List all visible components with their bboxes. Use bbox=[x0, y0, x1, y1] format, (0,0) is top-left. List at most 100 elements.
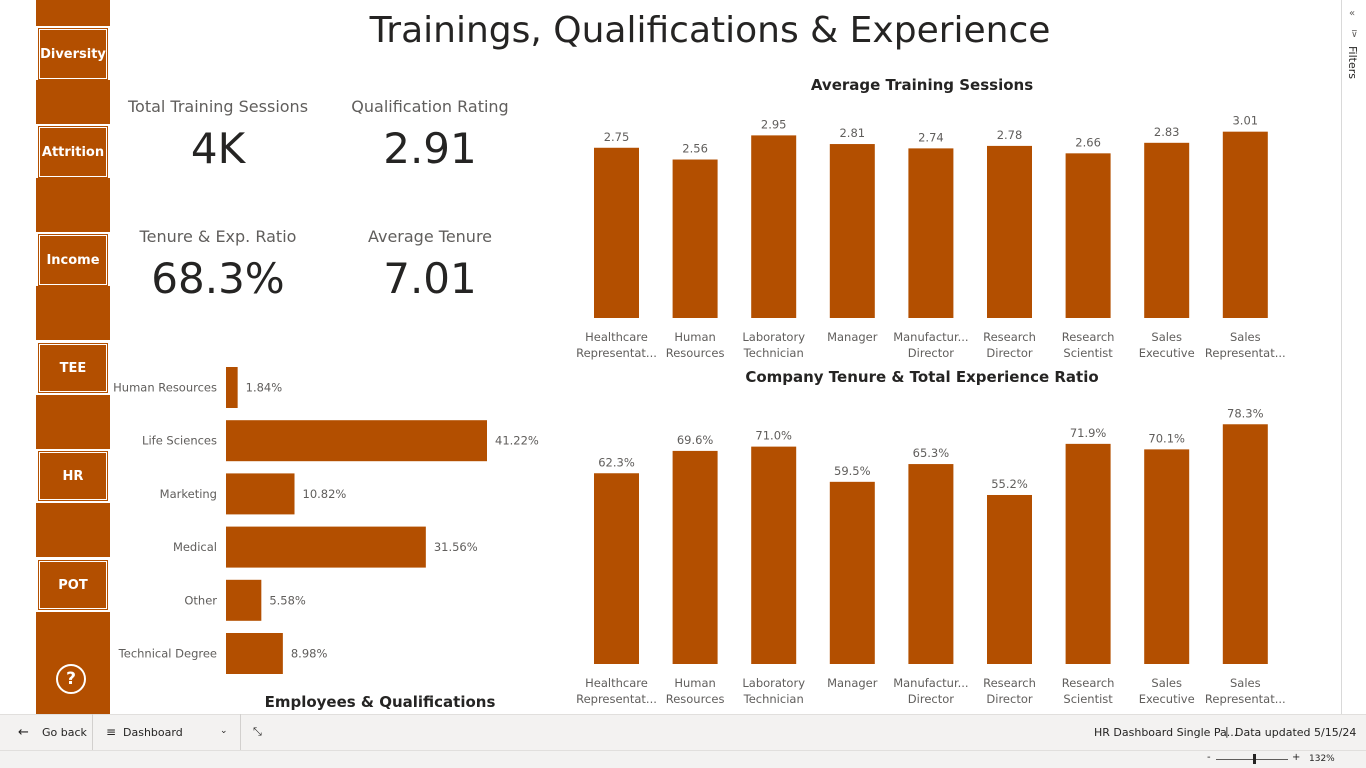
data-label: 2.74 bbox=[918, 130, 944, 144]
kpi-label-qualification-rating: Qualification Rating bbox=[351, 97, 509, 116]
nav-button-attrition[interactable]: Attrition bbox=[39, 127, 107, 177]
category-label: Manufactur... bbox=[893, 330, 968, 344]
nav-spacer bbox=[36, 178, 110, 232]
bar bbox=[672, 159, 718, 318]
category-label: Technician bbox=[743, 346, 804, 360]
kpi-value-total-training-sessions: 4K bbox=[190, 124, 246, 173]
bar bbox=[1144, 142, 1190, 318]
category-label: Representat... bbox=[1205, 692, 1286, 706]
bar bbox=[226, 526, 426, 568]
page-select-dropdown[interactable]: Dashboard bbox=[123, 726, 183, 739]
kpi-label-total-training-sessions: Total Training Sessions bbox=[127, 97, 309, 116]
bar bbox=[672, 450, 718, 664]
bar bbox=[829, 144, 875, 318]
category-label: Manager bbox=[827, 676, 878, 690]
data-label: 2.95 bbox=[761, 117, 787, 131]
category-label: Manufactur... bbox=[893, 676, 968, 690]
question-circle-icon[interactable]: ? bbox=[56, 664, 86, 694]
bar bbox=[1222, 424, 1268, 664]
nav-button-label: HR bbox=[62, 468, 84, 484]
kpi-value-average-tenure: 7.01 bbox=[383, 254, 477, 303]
filter-funnel-icon[interactable]: ⊽ bbox=[1351, 30, 1358, 40]
bar bbox=[1222, 131, 1268, 318]
bar bbox=[226, 473, 295, 515]
bar bbox=[226, 633, 283, 674]
data-label: 2.56 bbox=[682, 142, 708, 156]
filters-pane-label[interactable]: Filters bbox=[1346, 46, 1359, 79]
zoom-slider-handle[interactable] bbox=[1253, 754, 1256, 764]
help-button[interactable] bbox=[36, 612, 110, 714]
category-label: Research bbox=[1062, 330, 1115, 344]
nav-button-income[interactable]: Income bbox=[39, 235, 107, 285]
category-label: Research bbox=[983, 676, 1036, 690]
bar bbox=[908, 148, 954, 318]
nav-button-hr[interactable]: HR bbox=[39, 452, 107, 500]
zoom-out-button[interactable]: - bbox=[1207, 752, 1211, 763]
category-label: Laboratory bbox=[742, 330, 805, 344]
nav-button-tee[interactable]: TEE bbox=[39, 344, 107, 392]
data-label: 41.22% bbox=[495, 434, 539, 448]
zoom-level[interactable]: 132% bbox=[1309, 754, 1335, 764]
category-label: Human bbox=[674, 330, 715, 344]
category-label: Sales bbox=[1230, 330, 1261, 344]
toolbar-divider bbox=[240, 714, 241, 750]
filters-pane[interactable] bbox=[1341, 0, 1366, 714]
category-label: Resources bbox=[666, 346, 725, 360]
chart-title-average-training-sessions: Average Training Sessions bbox=[810, 76, 1034, 94]
back-arrow-icon[interactable]: ← bbox=[18, 725, 29, 740]
chart-title-tenure-experience-ratio: Company Tenure & Total Experience Ratio bbox=[745, 368, 1099, 386]
go-back-button[interactable]: Go back bbox=[42, 726, 87, 739]
nav-button-pot[interactable]: POT bbox=[39, 561, 107, 609]
zoom-in-button[interactable]: + bbox=[1292, 752, 1300, 763]
category-label: Scientist bbox=[1063, 346, 1113, 360]
category-label: Research bbox=[1062, 676, 1115, 690]
chart-title-employees-qualifications: Employees & Qualifications bbox=[264, 693, 496, 711]
data-label: 65.3% bbox=[913, 446, 950, 460]
collapse-chevron-icon[interactable]: « bbox=[1349, 8, 1355, 19]
category-label: Representat... bbox=[576, 346, 657, 360]
data-label: 5.58% bbox=[269, 593, 306, 607]
data-updated-status: Data updated 5/15/24 bbox=[1235, 726, 1357, 739]
zoom-slider-track[interactable] bbox=[1216, 759, 1288, 760]
chevron-down-icon[interactable]: ⌄ bbox=[220, 726, 228, 736]
category-label: Healthcare bbox=[585, 330, 648, 344]
category-label: Director bbox=[908, 346, 954, 360]
report-canvas: Diversity Attrition Income TEE HR POT ? … bbox=[0, 0, 1366, 768]
tenure-experience-ratio-chart: 62.3% Healthcare Representat... 69.6% Human R… bbox=[576, 406, 1286, 706]
status-bar bbox=[0, 750, 1366, 768]
category-label: Executive bbox=[1139, 346, 1195, 360]
bar bbox=[1144, 449, 1190, 664]
nav-spacer bbox=[36, 286, 110, 340]
category-label: Resources bbox=[666, 692, 725, 706]
data-label: 69.6% bbox=[677, 433, 714, 447]
data-label: 59.5% bbox=[834, 464, 871, 478]
nav-spacer bbox=[36, 503, 110, 557]
category-label: Manager bbox=[827, 330, 878, 344]
kpi-label-average-tenure: Average Tenure bbox=[367, 227, 493, 246]
data-label: 3.01 bbox=[1232, 114, 1258, 128]
bar bbox=[226, 367, 238, 408]
nav-button-label: POT bbox=[58, 577, 88, 593]
category-label: Medical bbox=[173, 540, 217, 554]
bar bbox=[1065, 153, 1111, 318]
data-label: 71.0% bbox=[755, 429, 792, 443]
employees-qualifications-chart: Human Resources 1.84% Life Sciences 41.22% M… bbox=[113, 367, 539, 674]
category-label: Sales bbox=[1151, 330, 1182, 344]
divider-bar: | bbox=[1225, 725, 1229, 738]
data-label: 31.56% bbox=[434, 540, 478, 554]
data-label: 55.2% bbox=[991, 477, 1028, 491]
category-label: Other bbox=[184, 593, 217, 607]
category-label: Life Sciences bbox=[142, 434, 217, 448]
report-name: HR Dashboard Single Pa... bbox=[1094, 726, 1238, 739]
data-label: 8.98% bbox=[291, 647, 328, 661]
bar bbox=[987, 494, 1032, 664]
collapse-diagonal-icon[interactable]: ⤡ bbox=[253, 725, 262, 739]
nav-button-diversity[interactable]: Diversity bbox=[39, 29, 107, 79]
bar bbox=[1065, 443, 1111, 664]
kpi-value-qualification-rating: 2.91 bbox=[383, 124, 477, 173]
page-list-icon: ≡ bbox=[106, 725, 117, 739]
nav-spacer bbox=[36, 0, 110, 26]
data-label: 78.3% bbox=[1227, 406, 1264, 420]
data-label: 2.81 bbox=[839, 126, 865, 140]
nav-button-label: Income bbox=[46, 252, 100, 268]
